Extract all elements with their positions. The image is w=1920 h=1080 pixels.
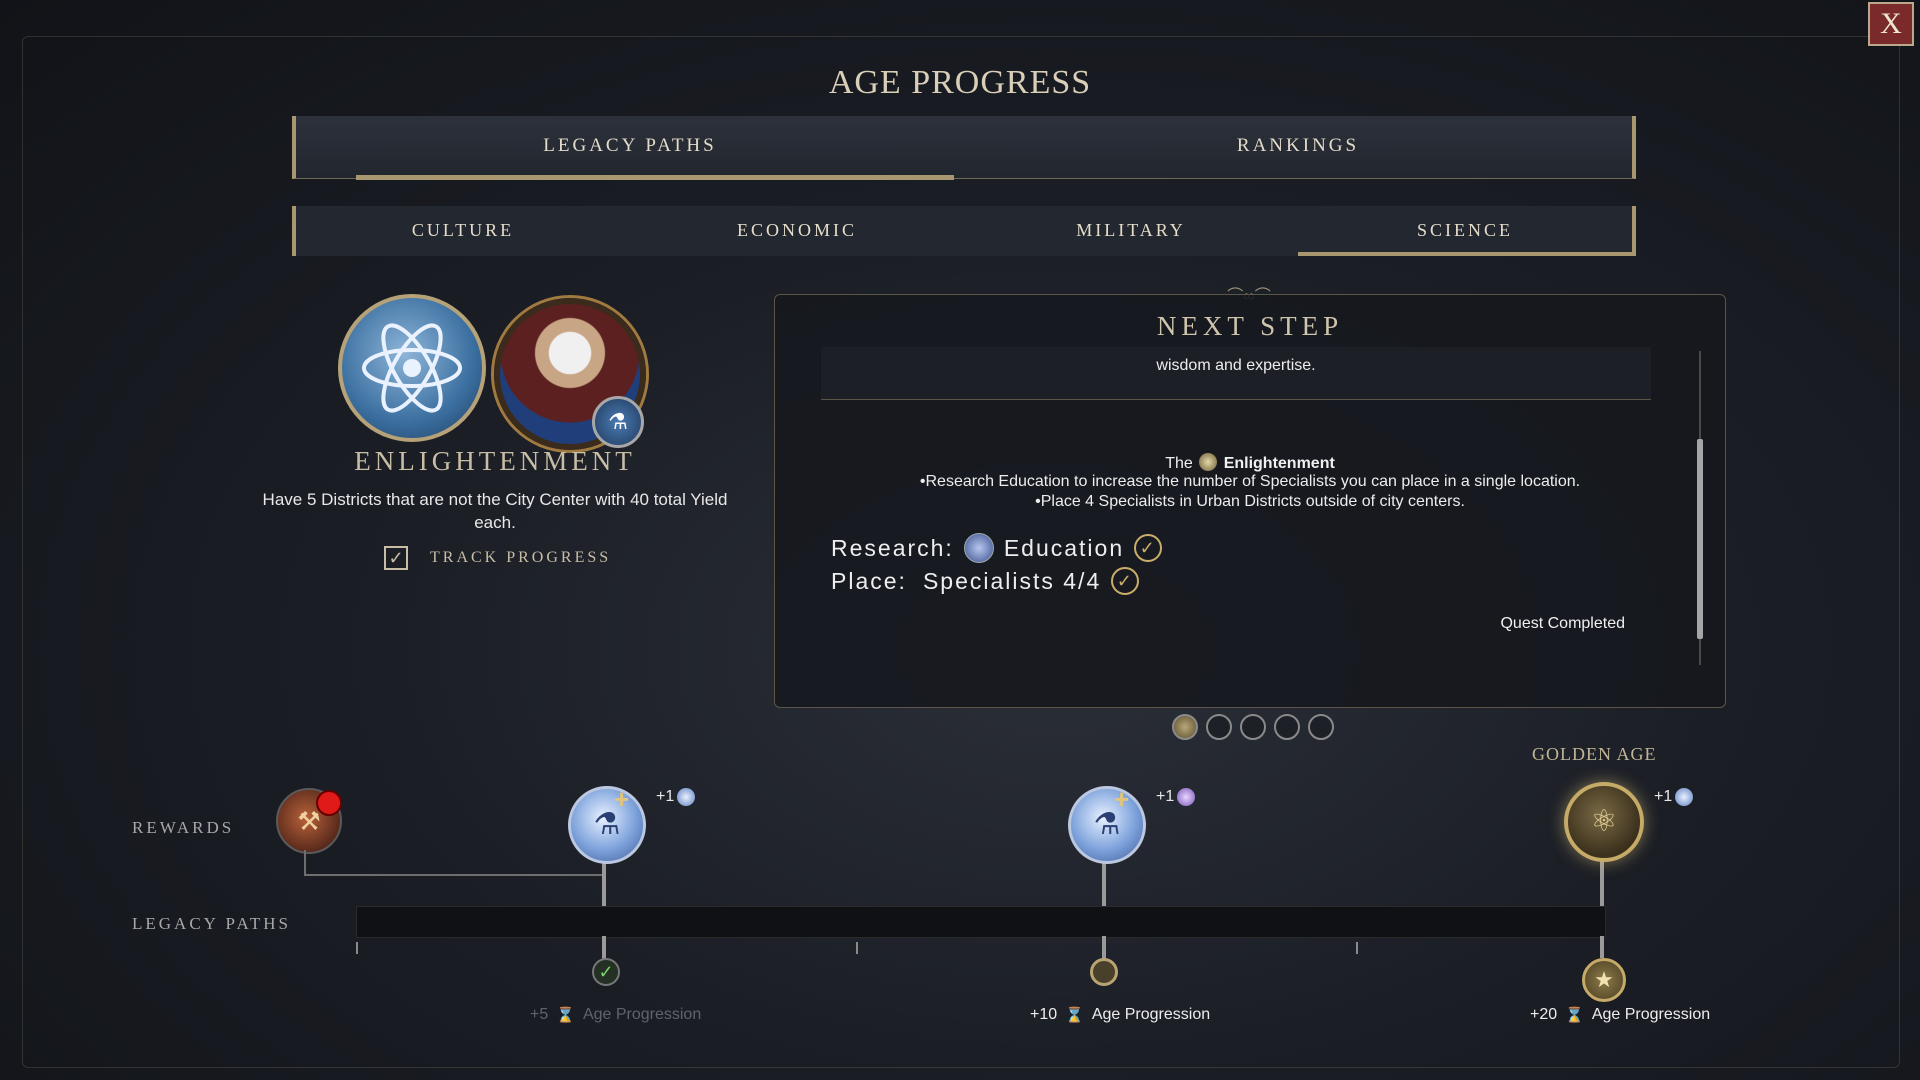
page-indicator [1172, 714, 1334, 740]
legacy-paths-label: LEGACY PATHS [132, 914, 291, 933]
page-dot[interactable] [1206, 714, 1232, 740]
quest-objective: •Research Education to increase the numb… [919, 473, 1581, 490]
page-dot[interactable] [1240, 714, 1266, 740]
quest-objective: •Place 4 Specialists in Urban Districts … [1035, 493, 1465, 510]
quest-prefix: The [1165, 455, 1193, 472]
legacy-progress-bar [356, 906, 1606, 938]
quest-name-line: The Enlightenment [775, 453, 1725, 473]
notification-badge [316, 790, 342, 816]
pending-marker-icon [1090, 958, 1118, 986]
sub-tab-bar: CULTURE ECONOMIC MILITARY SCIENCE [292, 206, 1636, 256]
age-progression-reward: +5 ⌛ Age Progression [530, 1006, 702, 1024]
legacy-title: ENLIGHTENMENT [354, 446, 636, 476]
reward-badge: +1 [1654, 788, 1694, 806]
page-dot[interactable] [1308, 714, 1334, 740]
flask-icon: ⚗ [592, 396, 644, 448]
tab-economic[interactable]: ECONOMIC [630, 206, 964, 256]
tab-culture[interactable]: CULTURE [296, 206, 630, 256]
next-step-panel: NEXT STEP wisdom and expertise. The Enli… [774, 294, 1726, 708]
quest-name: Enlightenment [1223, 455, 1335, 472]
page-dot[interactable] [1172, 714, 1198, 740]
science-reward-icon[interactable]: ⚗ [1068, 786, 1146, 864]
reward-badge: +1 [656, 788, 696, 806]
main-tab-bar: LEGACY PATHS RANKINGS [292, 116, 1636, 180]
tab-legacy-paths[interactable]: LEGACY PATHS [296, 116, 964, 180]
codex-icon [1177, 788, 1196, 806]
page-title: AGE PROGRESS [828, 64, 1092, 101]
science-icon [1675, 788, 1694, 806]
check-icon: ✓ [1134, 534, 1163, 562]
rewards-label: REWARDS [132, 818, 235, 837]
close-button[interactable]: X [1868, 2, 1914, 46]
page-dot[interactable] [1274, 714, 1300, 740]
reward-badge: +1 [1156, 788, 1196, 806]
track-progress-label: TRACK PROGRESS [430, 549, 612, 566]
tech-icon [963, 533, 994, 563]
age-progression-reward: +10 ⌛ Age Progression [1030, 1006, 1211, 1024]
hourglass-icon: ⌛ [1565, 1007, 1584, 1024]
next-step-title: NEXT STEP [1156, 311, 1344, 341]
star-icon: ★ [1582, 958, 1626, 1002]
golden-age-label: GOLDEN AGE [1532, 744, 1657, 764]
tab-military[interactable]: MILITARY [964, 206, 1298, 256]
enlightenment-icon [1199, 453, 1218, 471]
legacy-description: Have 5 Districts that are not the City C… [262, 490, 728, 532]
science-icon [677, 788, 696, 806]
completed-check-icon: ✓ [592, 958, 620, 986]
track-progress-toggle[interactable]: ✓ TRACK PROGRESS [384, 546, 611, 570]
tab-rankings[interactable]: RANKINGS [964, 116, 1632, 178]
golden-atom-icon[interactable]: ⚛ [1564, 782, 1644, 862]
next-step-subtitle: wisdom and expertise. [1156, 357, 1316, 374]
science-reward-icon[interactable]: ⚗ [568, 786, 646, 864]
next-step-header: wisdom and expertise. [821, 347, 1651, 400]
atom-icon [338, 294, 486, 442]
requirement-research: Research: Education ✓ [831, 533, 1163, 563]
quest-status: Quest Completed [1500, 615, 1625, 632]
hourglass-icon: ⌛ [556, 1007, 575, 1024]
track-progress-checkbox[interactable]: ✓ [384, 546, 408, 570]
check-icon: ✓ [1111, 567, 1140, 595]
tab-science[interactable]: SCIENCE [1298, 206, 1632, 256]
requirement-place: Place: Specialists 4/4 ✓ [831, 567, 1140, 595]
hourglass-icon: ⌛ [1065, 1007, 1084, 1024]
age-progression-reward: +20 ⌛ Age Progression [1530, 1006, 1711, 1024]
